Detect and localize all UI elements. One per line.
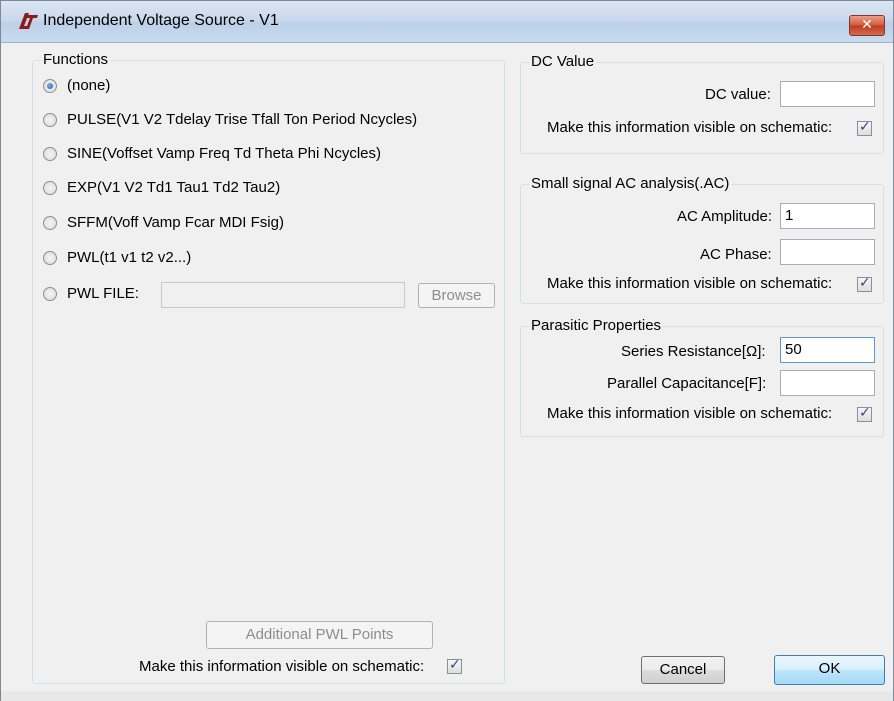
radio-button-icon[interactable] [43, 181, 57, 195]
close-icon: ✕ [861, 17, 873, 33]
radio-button-icon[interactable] [43, 287, 57, 301]
radio-button-icon[interactable] [43, 79, 57, 93]
functions-visible-checkbox[interactable]: ✓ [447, 657, 462, 674]
radio-label: PWL(t1 v1 t2 v2...) [67, 249, 192, 266]
ltspice-logo-icon [19, 13, 38, 29]
window-bottom-edge [1, 691, 893, 701]
radio-button-icon[interactable] [43, 147, 57, 161]
checkmark-icon: ✓ [859, 119, 871, 135]
radio-button-icon[interactable] [43, 251, 57, 265]
ac-phase-input[interactable] [780, 239, 875, 265]
radio-label: (none) [67, 77, 111, 94]
radio-label: PULSE(V1 V2 Tdelay Trise Tfall Ton Perio… [67, 111, 418, 128]
parallel-capacitance-input[interactable] [780, 370, 875, 396]
functions-legend: Functions [41, 51, 111, 69]
ac-amplitude-label: AC Amplitude: [677, 208, 773, 225]
close-button[interactable]: ✕ [849, 15, 885, 36]
functions-visible-label: Make this information visible on schemat… [139, 658, 425, 675]
ac-phase-label: AC Phase: [700, 246, 772, 263]
radio-button-icon[interactable] [43, 216, 57, 230]
radio-label: PWL FILE: [67, 285, 139, 302]
ac-visible-label: Make this information visible on schemat… [547, 275, 833, 292]
cancel-button[interactable]: Cancel [641, 656, 725, 684]
checkmark-icon: ✓ [859, 405, 871, 421]
dialog-window: Independent Voltage Source - V1 ✕ Functi… [0, 0, 894, 701]
dc-visible-label: Make this information visible on schemat… [547, 119, 833, 136]
pwl-file-input[interactable] [161, 282, 405, 308]
browse-button[interactable]: Browse [418, 283, 495, 308]
checkmark-icon: ✓ [449, 657, 461, 673]
parasitic-properties-legend: Parasitic Properties [529, 317, 664, 335]
additional-pwl-points-button[interactable]: Additional PWL Points [206, 621, 433, 649]
checkmark-icon: ✓ [859, 275, 871, 291]
title-bar[interactable]: Independent Voltage Source - V1 ✕ [1, 1, 893, 43]
parallel-capacitance-label: Parallel Capacitance[F]: [607, 375, 767, 392]
radio-label: SINE(Voffset Vamp Freq Td Theta Phi Ncyc… [67, 145, 382, 162]
ac-visible-checkbox[interactable]: ✓ [857, 275, 872, 292]
dc-value-legend: DC Value [529, 53, 597, 71]
ac-amplitude-input[interactable]: 1 [780, 203, 875, 229]
series-resistance-input[interactable]: 50 [780, 337, 875, 363]
ok-button[interactable]: OK [774, 655, 885, 685]
parasitic-visible-checkbox[interactable]: ✓ [857, 405, 872, 422]
parasitic-visible-label: Make this information visible on schemat… [547, 405, 833, 422]
dc-value-input[interactable] [780, 81, 875, 107]
dc-value-group [520, 62, 884, 154]
dc-visible-checkbox[interactable]: ✓ [857, 119, 872, 136]
radio-label: SFFM(Voff Vamp Fcar MDI Fsig) [67, 214, 284, 231]
series-resistance-label: Series Resistance[Ω]: [621, 343, 766, 360]
radio-button-icon[interactable] [43, 113, 57, 127]
radio-label: EXP(V1 V2 Td1 Tau1 Td2 Tau2) [67, 179, 281, 196]
dc-value-label: DC value: [705, 86, 771, 103]
window-title: Independent Voltage Source - V1 [43, 12, 279, 29]
ac-analysis-legend: Small signal AC analysis(.AC) [529, 175, 732, 193]
